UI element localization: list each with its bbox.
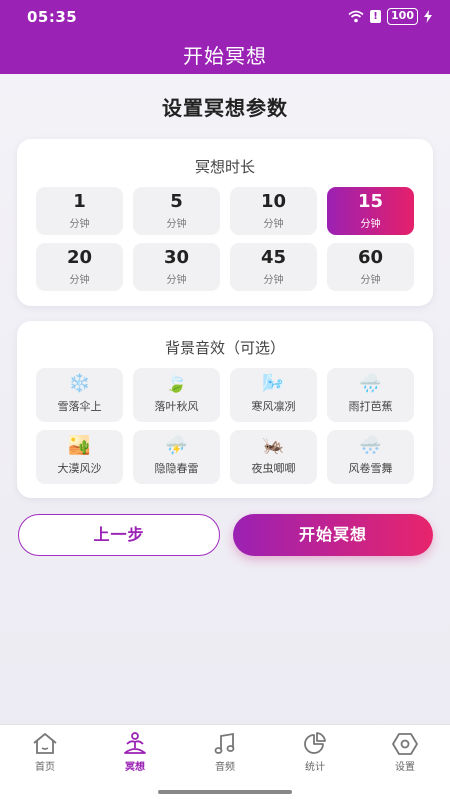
sound-label: 夜虫唧唧	[251, 462, 296, 475]
duration-option-20[interactable]: 20 分钟	[36, 243, 123, 291]
nav-label-home: 首页	[35, 762, 55, 773]
duration-unit: 分钟	[360, 219, 381, 230]
duration-unit: 分钟	[69, 275, 90, 286]
header-title: 开始冥想	[183, 44, 267, 68]
page-heading: 设置冥想参数	[162, 96, 288, 120]
duration-value: 15	[357, 191, 384, 212]
sound-label: 寒风凛冽	[251, 400, 296, 413]
nav-item-settings[interactable]: 设置	[375, 731, 435, 773]
cricket-icon: 🦗	[262, 435, 285, 456]
sound-option-5[interactable]: 🏜️ 大漠风沙	[36, 430, 123, 484]
duration-unit: 分钟	[166, 275, 187, 286]
bottom-nav: 首页 冥想 音频 统计 设置	[0, 724, 450, 800]
charging-icon	[424, 10, 432, 23]
duration-option-45[interactable]: 45 分钟	[230, 243, 317, 291]
wifi-icon	[348, 10, 364, 23]
nav-label-settings: 设置	[395, 762, 415, 773]
music-icon	[214, 732, 235, 754]
status-icons: ! 100	[348, 8, 432, 25]
meditation-icon	[124, 732, 146, 754]
duration-value: 5	[170, 191, 183, 212]
status-bar: 05:35 ! 100	[0, 0, 450, 32]
duration-unit: 分钟	[263, 219, 284, 230]
wind-icon: 🌬️	[262, 373, 285, 394]
sound-option-3[interactable]: 🌬️ 寒风凛冽	[230, 368, 317, 422]
nav-label-audio: 音频	[215, 762, 235, 773]
home-icon	[33, 733, 57, 754]
nav-item-home[interactable]: 首页	[15, 731, 75, 773]
snowflake-icon: ❄️	[68, 373, 91, 394]
alert-icon: !	[370, 10, 382, 23]
duration-unit: 分钟	[69, 219, 90, 230]
nav-item-meditate[interactable]: 冥想	[105, 731, 165, 773]
duration-value: 30	[163, 247, 190, 268]
duration-option-60[interactable]: 60 分钟	[327, 243, 414, 291]
duration-card: 冥想时长 1 分钟 5 分钟 10 分钟 15 分钟 20 分钟 30 分钟 45 分钟 60 分钟	[17, 139, 433, 306]
duration-value: 1	[73, 191, 86, 212]
sound-option-7[interactable]: 🦗 夜虫唧唧	[230, 430, 317, 484]
sound-label: 隐隐春雷	[154, 462, 199, 475]
nav-label-stats: 统计	[305, 762, 325, 773]
home-indicator[interactable]	[158, 790, 292, 794]
nav-item-stats[interactable]: 统计	[285, 731, 345, 773]
desert-icon: 🏜️	[68, 435, 91, 456]
sound-grid: ❄️ 雪落伞上 🍃 落叶秋风 🌬️ 寒风凛冽 🌧️ 雨打芭蕉 🏜️ 大漠风沙 ⛈️ 隐隐春雷 🦗 夜虫唧唧…	[36, 368, 414, 484]
sound-label: 雨打芭蕉	[348, 400, 393, 413]
duration-unit: 分钟	[360, 275, 381, 286]
duration-option-1[interactable]: 1 分钟	[36, 187, 123, 235]
sound-label: 落叶秋风	[154, 400, 199, 413]
pie-chart-icon	[304, 732, 326, 754]
sound-label: 大漠风沙	[57, 462, 102, 475]
sound-option-2[interactable]: 🍃 落叶秋风	[133, 368, 220, 422]
start-meditation-button[interactable]: 开始冥想	[233, 514, 433, 556]
battery-indicator: 100	[387, 8, 418, 25]
snow-cloud-icon: 🌨️	[359, 435, 382, 456]
thunder-cloud-icon: ⛈️	[165, 435, 188, 456]
duration-grid: 1 分钟 5 分钟 10 分钟 15 分钟 20 分钟 30 分钟 45 分钟 60 分钟	[36, 187, 414, 291]
duration-title: 冥想时长	[194, 158, 255, 176]
duration-unit: 分钟	[166, 219, 187, 230]
leaf-icon: 🍃	[165, 373, 188, 394]
sound-label: 风卷雪舞	[348, 462, 393, 475]
back-button[interactable]: 上一步	[18, 514, 220, 556]
hexagon-settings-icon	[392, 733, 418, 755]
duration-value: 60	[357, 247, 384, 268]
sound-option-8[interactable]: 🌨️ 风卷雪舞	[327, 430, 414, 484]
duration-option-30[interactable]: 30 分钟	[133, 243, 220, 291]
duration-value: 20	[66, 247, 93, 268]
duration-option-15[interactable]: 15 分钟	[327, 187, 414, 235]
duration-option-10[interactable]: 10 分钟	[230, 187, 317, 235]
duration-unit: 分钟	[263, 275, 284, 286]
sound-option-6[interactable]: ⛈️ 隐隐春雷	[133, 430, 220, 484]
duration-value: 10	[260, 191, 287, 212]
app-header: 05:35 ! 100 开始冥想	[0, 0, 450, 74]
rain-cloud-icon: 🌧️	[359, 373, 382, 394]
nav-label-meditate: 冥想	[125, 762, 145, 773]
duration-value: 45	[260, 247, 287, 268]
sound-title: 背景音效（可选）	[164, 339, 285, 357]
sound-label: 雪落伞上	[57, 400, 102, 413]
sound-option-1[interactable]: ❄️ 雪落伞上	[36, 368, 123, 422]
nav-item-audio[interactable]: 音频	[195, 731, 255, 773]
sound-option-4[interactable]: 🌧️ 雨打芭蕉	[327, 368, 414, 422]
sound-card: 背景音效（可选） ❄️ 雪落伞上 🍃 落叶秋风 🌬️ 寒风凛冽 🌧️ 雨打芭蕉 🏜️ 大漠风沙 ⛈️…	[17, 321, 433, 498]
duration-option-5[interactable]: 5 分钟	[133, 187, 220, 235]
status-time: 05:35	[27, 8, 78, 26]
